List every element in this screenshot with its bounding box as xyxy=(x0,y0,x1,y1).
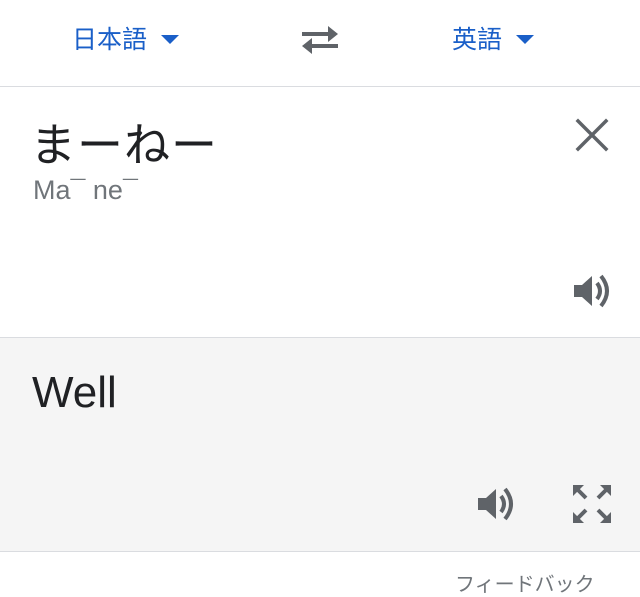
target-language-selector[interactable]: 英語 xyxy=(452,18,535,58)
swap-arrows-icon[interactable] xyxy=(298,20,342,56)
source-panel[interactable]: まーねー Ma¯ ne¯ xyxy=(0,87,640,338)
source-language-label: 日本語 xyxy=(72,25,148,54)
fullscreen-icon[interactable] xyxy=(570,482,614,526)
speaker-icon[interactable] xyxy=(474,482,518,526)
source-romanization: Ma¯ ne¯ xyxy=(33,175,138,205)
target-language-label: 英語 xyxy=(452,25,503,54)
speaker-icon[interactable] xyxy=(570,269,614,313)
language-bar: 日本語 英語 xyxy=(0,0,640,87)
translation-text: Well xyxy=(32,368,117,417)
source-language-selector[interactable]: 日本語 xyxy=(72,18,180,58)
caret-down-icon xyxy=(161,35,180,44)
caret-down-icon xyxy=(516,35,535,44)
source-text[interactable]: まーねー xyxy=(30,109,218,175)
feedback-link[interactable]: フィードバック xyxy=(455,568,595,597)
close-icon[interactable] xyxy=(574,117,610,153)
translation-panel: Well xyxy=(0,338,640,552)
